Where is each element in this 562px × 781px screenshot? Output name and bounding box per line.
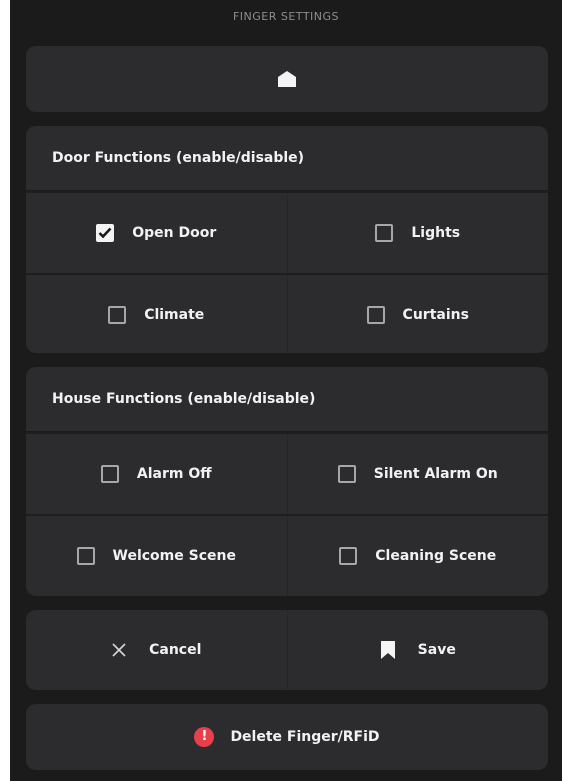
option-cleaning-scene[interactable]: Cleaning Scene (286, 516, 549, 596)
door-functions-section: Door Functions (enable/disable) Open Doo… (26, 126, 548, 353)
house-functions-section: House Functions (enable/disable) Alarm O… (26, 367, 548, 596)
option-label: Welcome Scene (112, 548, 236, 564)
checkbox[interactable] (100, 465, 119, 483)
checkbox[interactable] (366, 306, 385, 324)
checkmark-icon (98, 227, 112, 239)
option-label: Alarm Off (136, 466, 212, 482)
save-button[interactable]: Save (286, 610, 549, 690)
option-label: Lights (411, 225, 461, 241)
cancel-label: Cancel (149, 642, 202, 658)
alert-icon: ! (194, 727, 215, 747)
checkbox[interactable] (108, 306, 127, 324)
save-label: Save (417, 642, 456, 658)
option-climate[interactable]: Climate (26, 275, 287, 353)
option-label: Silent Alarm On (373, 466, 498, 482)
home-icon (278, 71, 296, 87)
delete-finger-button[interactable]: ! Delete Finger/RFiD (26, 704, 548, 770)
option-welcome-scene[interactable]: Welcome Scene (26, 516, 287, 596)
cancel-button[interactable]: Cancel (26, 610, 287, 690)
option-lights[interactable]: Lights (286, 193, 549, 273)
finger-settings-screen: FINGER SETTINGS Door Functions (enable/d… (10, 0, 562, 781)
bookmark-icon (380, 641, 395, 659)
option-open-door[interactable]: Open Door (26, 193, 287, 273)
door-functions-row-1: Open Door Lights (26, 191, 548, 273)
checkbox[interactable] (76, 547, 95, 565)
option-curtains[interactable]: Curtains (286, 275, 549, 353)
option-label: Open Door (132, 225, 217, 241)
checkbox[interactable] (337, 465, 356, 483)
checkbox[interactable] (375, 224, 394, 242)
close-icon (112, 643, 126, 657)
house-functions-row-2: Welcome Scene Cleaning Scene (26, 514, 548, 596)
option-silent-alarm-on[interactable]: Silent Alarm On (286, 434, 549, 514)
house-functions-row-1: Alarm Off Silent Alarm On (26, 432, 548, 514)
checkbox[interactable] (339, 547, 358, 565)
checkbox-checked[interactable] (96, 224, 115, 242)
option-label: Cleaning Scene (375, 548, 497, 564)
delete-label: Delete Finger/RFiD (230, 729, 380, 745)
action-bar: Cancel Save (26, 610, 548, 690)
option-label: Climate (144, 307, 205, 323)
option-alarm-off[interactable]: Alarm Off (26, 434, 287, 514)
door-functions-title: Door Functions (enable/disable) (26, 126, 548, 191)
door-functions-row-2: Climate Curtains (26, 273, 548, 353)
home-button[interactable] (26, 46, 548, 112)
option-label: Curtains (402, 307, 469, 323)
page-title: FINGER SETTINGS (232, 10, 340, 23)
house-functions-title: House Functions (enable/disable) (26, 367, 548, 432)
